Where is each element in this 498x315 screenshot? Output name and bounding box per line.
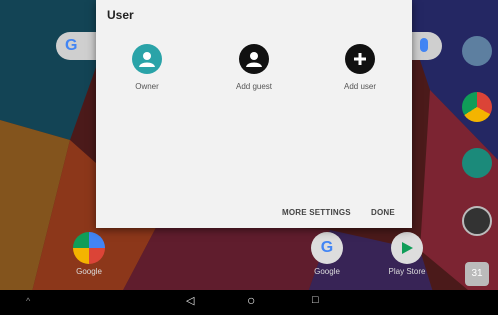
- app-play-store[interactable]: Play Store: [372, 232, 442, 276]
- clock-icon[interactable]: [462, 206, 492, 236]
- mic-icon[interactable]: [420, 38, 428, 52]
- camera-icon[interactable]: [462, 36, 492, 66]
- user-switcher-dialog: User Owner Add guest Add user MORE SETTI…: [96, 0, 412, 228]
- recents-button[interactable]: □: [312, 294, 319, 306]
- more-settings-button[interactable]: MORE SETTINGS: [282, 208, 351, 217]
- chevron-up-icon[interactable]: ^: [26, 296, 30, 306]
- play-store-icon: [391, 232, 423, 264]
- app-label: Google: [314, 267, 340, 276]
- done-button[interactable]: DONE: [371, 208, 395, 217]
- google-g-icon: G: [65, 37, 78, 54]
- navigation-bar: ^ ◁ ○ □: [0, 290, 498, 315]
- user-add-user[interactable]: Add user: [315, 44, 405, 91]
- user-owner-label: Owner: [135, 82, 159, 91]
- account-circle-icon: [132, 44, 162, 74]
- settings-icon[interactable]: [462, 148, 492, 178]
- person-icon: [239, 44, 269, 74]
- dialog-title: User: [107, 8, 134, 22]
- app-google[interactable]: G Google: [292, 232, 362, 276]
- calendar-icon[interactable]: 31: [465, 262, 489, 286]
- user-add-user-label: Add user: [343, 82, 377, 91]
- home-button[interactable]: ○: [247, 292, 255, 308]
- google-folder-icon: [73, 232, 105, 264]
- calendar-day: 31: [471, 268, 483, 279]
- google-icon: G: [311, 232, 343, 264]
- user-add-guest-label: Add guest: [235, 82, 273, 91]
- user-add-guest[interactable]: Add guest: [209, 44, 299, 91]
- app-google-folder[interactable]: Google: [54, 232, 124, 276]
- user-owner[interactable]: Owner: [102, 44, 192, 91]
- app-label: Google: [76, 267, 102, 276]
- chrome-icon[interactable]: [462, 92, 492, 122]
- back-button[interactable]: ◁: [186, 294, 194, 307]
- app-label: Play Store: [388, 267, 426, 276]
- add-icon: [345, 44, 375, 74]
